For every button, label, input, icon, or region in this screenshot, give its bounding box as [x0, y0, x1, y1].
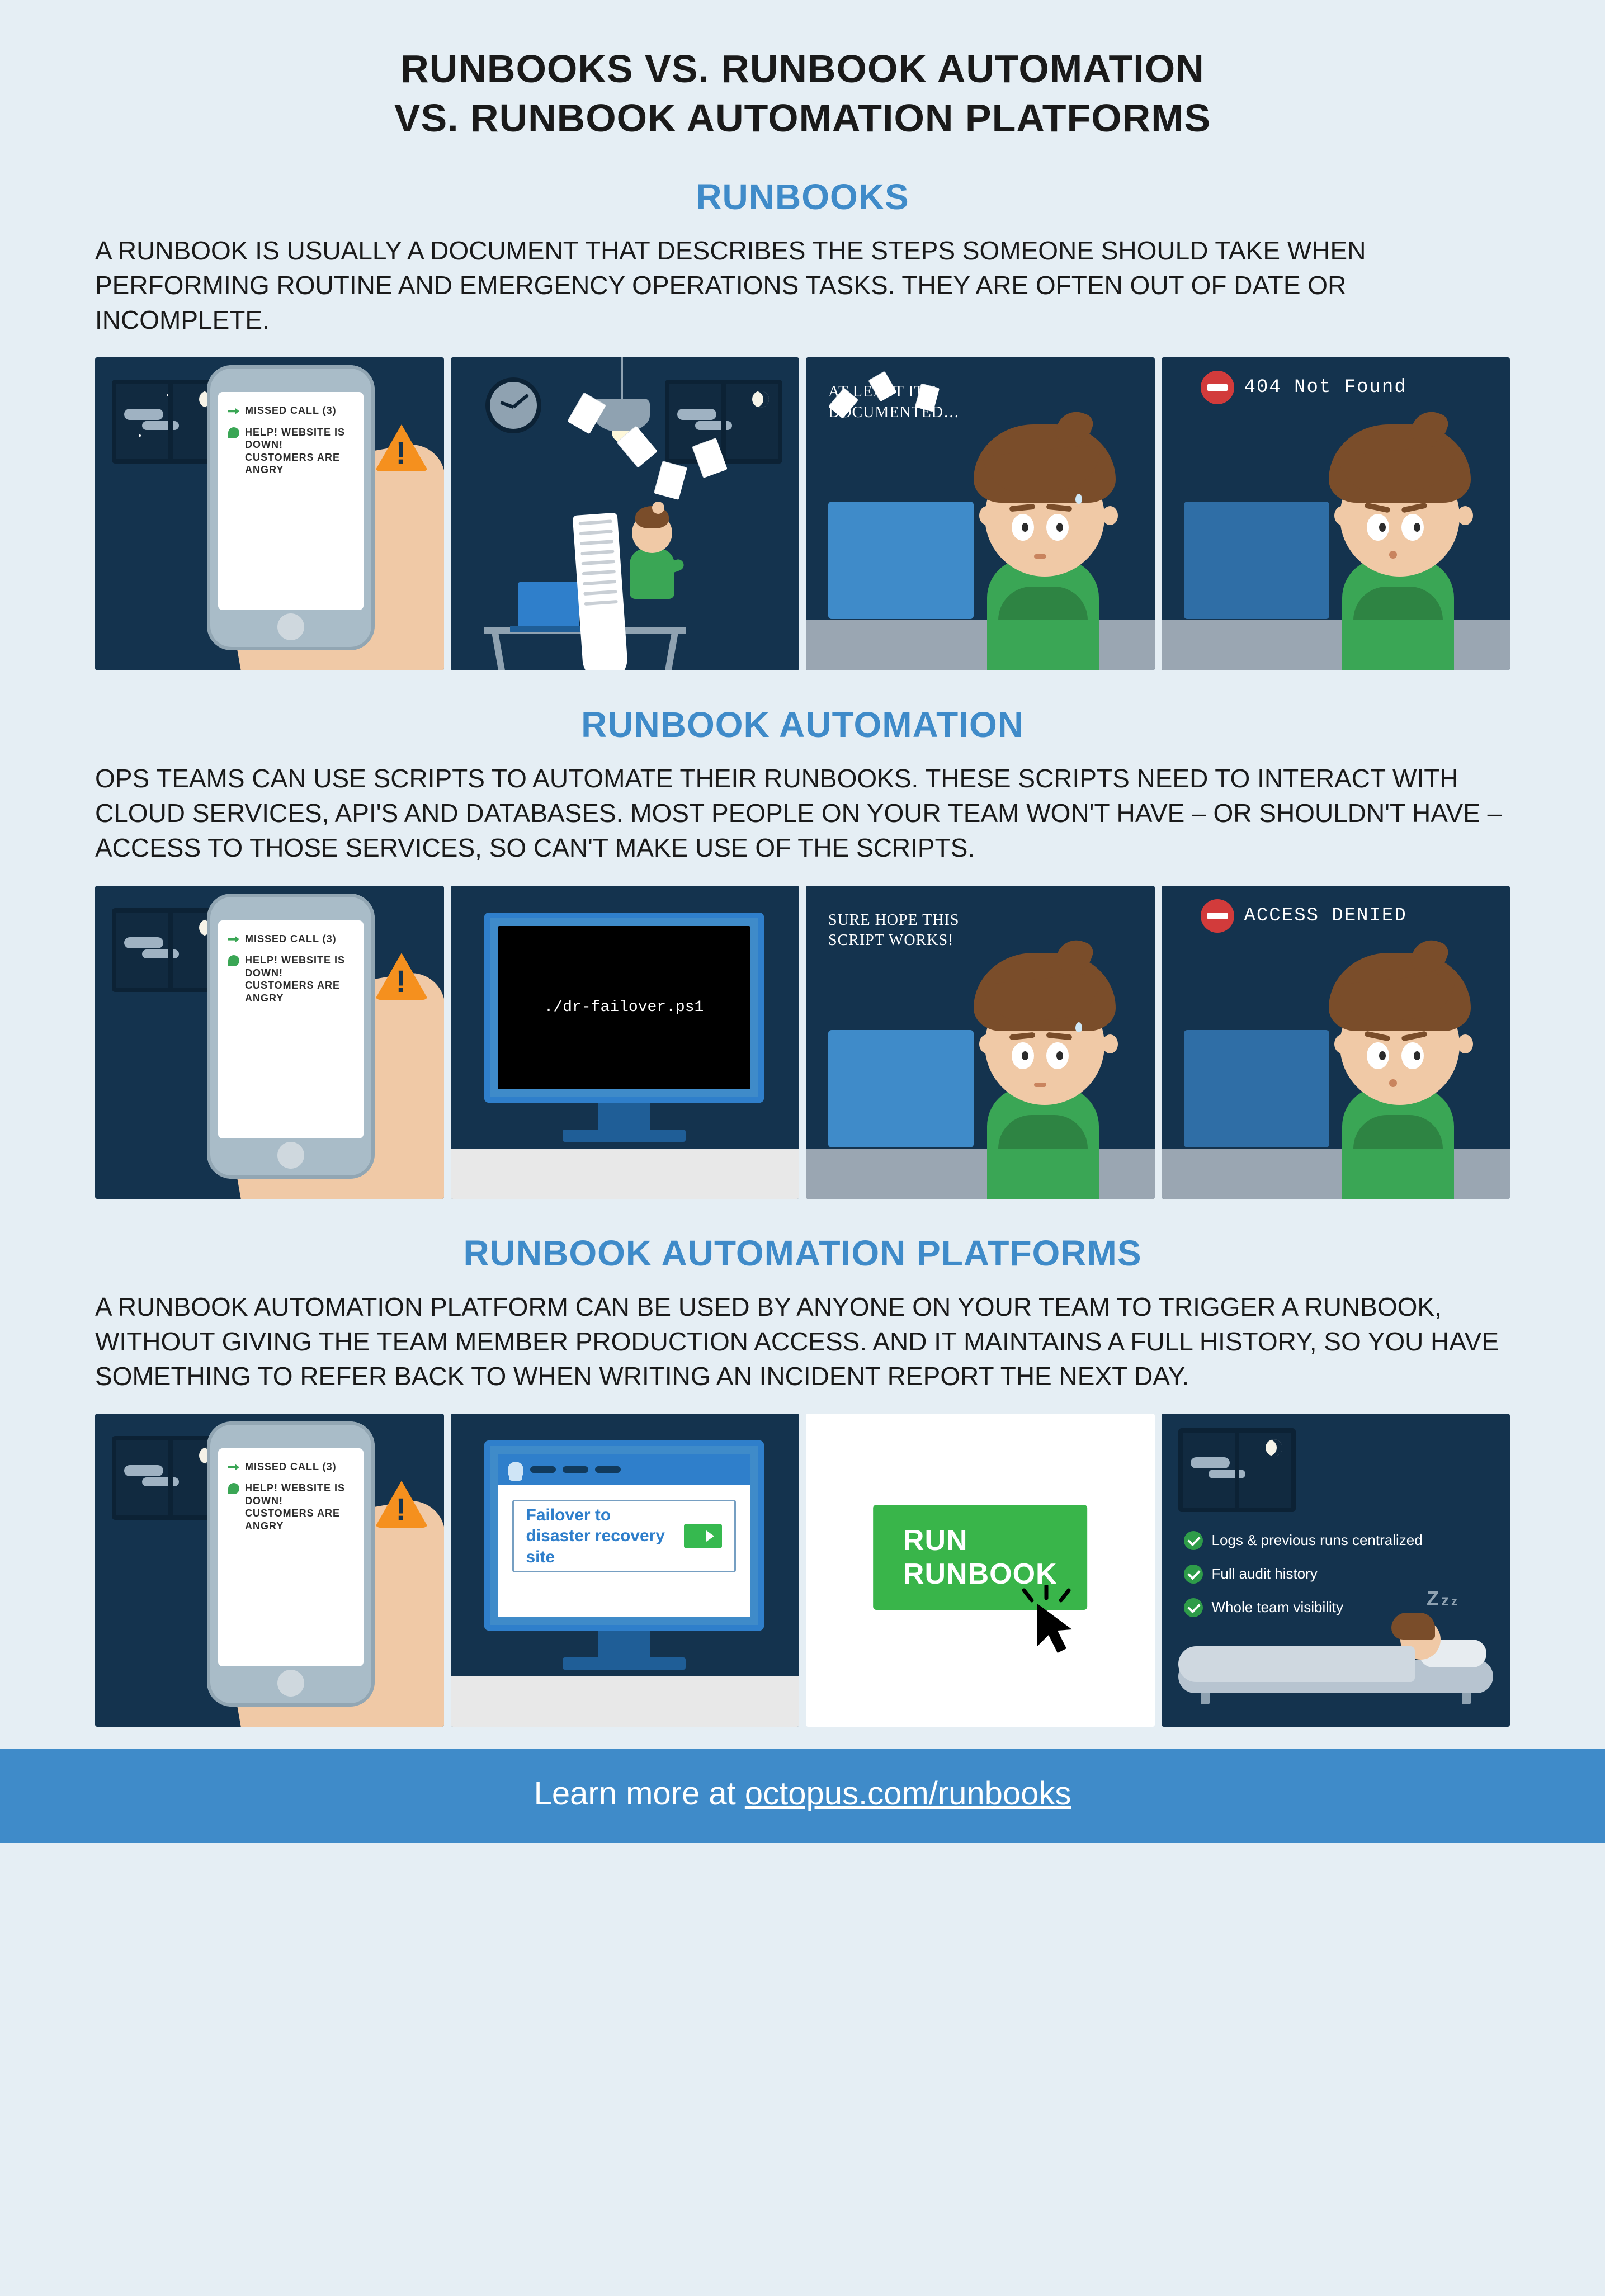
night-window	[665, 380, 782, 464]
app-titlebar	[498, 1454, 750, 1485]
panel-reading-docs: AT LEAST IT'S DOCUMENTED…	[806, 357, 1155, 670]
footer-cta: Learn more at octopus.com/runbooks	[0, 1749, 1605, 1843]
smartphone: MISSED CALL (3) HELP! WEBSITE IS DOWN! C…	[207, 1421, 375, 1707]
chat-icon	[228, 427, 239, 438]
help-message-notification: HELP! WEBSITE IS DOWN! CUSTOMERS ARE ANG…	[228, 954, 353, 1004]
panel-phone-alert: MISSED CALL (3) HELP! WEBSITE IS DOWN! C…	[95, 357, 444, 670]
error-text: 404 Not Found	[1244, 377, 1407, 398]
run-button-small[interactable]	[684, 1524, 721, 1548]
benefits-checklist: Logs & previous runs centralized Full au…	[1184, 1531, 1494, 1632]
panel-octopus-ui: Failover to disaster recovery site	[451, 1414, 800, 1727]
missed-call-icon	[228, 1462, 239, 1473]
runbook-card-title: Failover to disaster recovery site	[526, 1505, 673, 1568]
terminal-command: ./dr-failover.ps1	[544, 999, 704, 1016]
automation-strip: MISSED CALL (3) HELP! WEBSITE IS DOWN! C…	[95, 886, 1510, 1199]
no-entry-icon	[1201, 899, 1234, 933]
worried-engineer	[965, 430, 1132, 670]
monitor-back	[828, 502, 974, 619]
bed-sleeping-person	[1178, 1637, 1494, 1704]
phone-home-button	[277, 613, 304, 640]
wall-clock-icon	[485, 377, 541, 433]
section-runbooks-desc: A RUNBOOK IS USUALLY A DOCUMENT THAT DES…	[95, 233, 1510, 337]
missed-call-notification: MISSED CALL (3)	[228, 933, 353, 946]
panel-phone-alert: MISSED CALL (3) HELP! WEBSITE IS DOWN! C…	[95, 1414, 444, 1727]
phone-home-button	[277, 1670, 304, 1697]
section-platform-heading: RUNBOOK AUTOMATION PLATFORMS	[95, 1232, 1510, 1274]
monitor-back	[828, 1030, 974, 1147]
smartphone: MISSED CALL (3) HELP! WEBSITE IS DOWN! C…	[207, 365, 375, 650]
frustrated-engineer	[1320, 958, 1488, 1199]
confused-person	[619, 513, 686, 625]
panel-terminal: ./dr-failover.ps1	[451, 886, 800, 1199]
chat-icon	[228, 1483, 239, 1494]
platform-strip: MISSED CALL (3) HELP! WEBSITE IS DOWN! C…	[95, 1414, 1510, 1727]
missed-call-notification: MISSED CALL (3)	[228, 1461, 353, 1473]
error-text: ACCESS DENIED	[1244, 905, 1407, 927]
help-message-notification: HELP! WEBSITE IS DOWN! CUSTOMERS ARE ANG…	[228, 1482, 353, 1532]
speech-caption: SURE HOPE THIS SCRIPT WORKS!	[828, 910, 996, 951]
smartphone: MISSED CALL (3) HELP! WEBSITE IS DOWN! C…	[207, 894, 375, 1179]
warning-icon	[375, 424, 428, 471]
check-icon	[1184, 1531, 1203, 1550]
missed-call-notification: MISSED CALL (3)	[228, 404, 353, 417]
sleep-zzz-icon: Zzz	[1427, 1587, 1460, 1610]
section-platform-desc: A RUNBOOK AUTOMATION PLATFORM CAN BE USE…	[95, 1289, 1510, 1393]
night-window	[1178, 1428, 1296, 1512]
section-automation-desc: OPS TEAMS CAN USE SCRIPTS TO AUTOMATE TH…	[95, 761, 1510, 865]
checklist-item: Logs & previous runs centralized	[1184, 1531, 1494, 1550]
panel-phone-alert: MISSED CALL (3) HELP! WEBSITE IS DOWN! C…	[95, 886, 444, 1199]
panel-desk-papers	[451, 357, 800, 670]
panel-404: 404 Not Found	[1162, 357, 1510, 670]
missed-call-icon	[228, 405, 239, 417]
monitor-back	[1184, 502, 1329, 619]
check-icon	[1184, 1565, 1203, 1584]
desktop-monitor: ./dr-failover.ps1	[484, 913, 764, 1103]
runbooks-strip: MISSED CALL (3) HELP! WEBSITE IS DOWN! C…	[95, 357, 1510, 670]
no-entry-icon	[1201, 371, 1234, 404]
runbook-card[interactable]: Failover to disaster recovery site	[512, 1500, 736, 1572]
error-banner: ACCESS DENIED	[1201, 899, 1488, 933]
footer-link[interactable]: octopus.com/runbooks	[745, 1775, 1071, 1812]
laptop-icon	[518, 582, 579, 627]
check-icon	[1184, 1598, 1203, 1617]
octopus-logo-icon	[508, 1462, 523, 1477]
desktop-monitor: Failover to disaster recovery site	[484, 1440, 764, 1631]
section-runbooks-heading: RUNBOOKS	[95, 176, 1510, 218]
nervous-engineer	[965, 958, 1132, 1199]
frustrated-engineer	[1320, 430, 1488, 670]
cursor-click-icon	[1013, 1585, 1080, 1660]
warning-icon	[375, 1481, 428, 1528]
checklist-item: Full audit history	[1184, 1565, 1494, 1584]
panel-sleep-checklist: Logs & previous runs centralized Full au…	[1162, 1414, 1510, 1727]
panel-running-script: SURE HOPE THIS SCRIPT WORKS!	[806, 886, 1155, 1199]
error-banner: 404 Not Found	[1201, 371, 1488, 404]
help-message-notification: HELP! WEBSITE IS DOWN! CUSTOMERS ARE ANG…	[228, 426, 353, 476]
monitor-back	[1184, 1030, 1329, 1147]
panel-run-button: RUN RUNBOOK	[806, 1414, 1155, 1727]
panel-access-denied: ACCESS DENIED	[1162, 886, 1510, 1199]
section-automation-heading: RUNBOOK AUTOMATION	[95, 704, 1510, 745]
phone-home-button	[277, 1142, 304, 1169]
chat-icon	[228, 955, 239, 966]
warning-icon	[375, 953, 428, 1000]
page-title: RUNBOOKS VS. RUNBOOK AUTOMATION VS. RUNB…	[95, 45, 1510, 143]
missed-call-icon	[228, 934, 239, 945]
